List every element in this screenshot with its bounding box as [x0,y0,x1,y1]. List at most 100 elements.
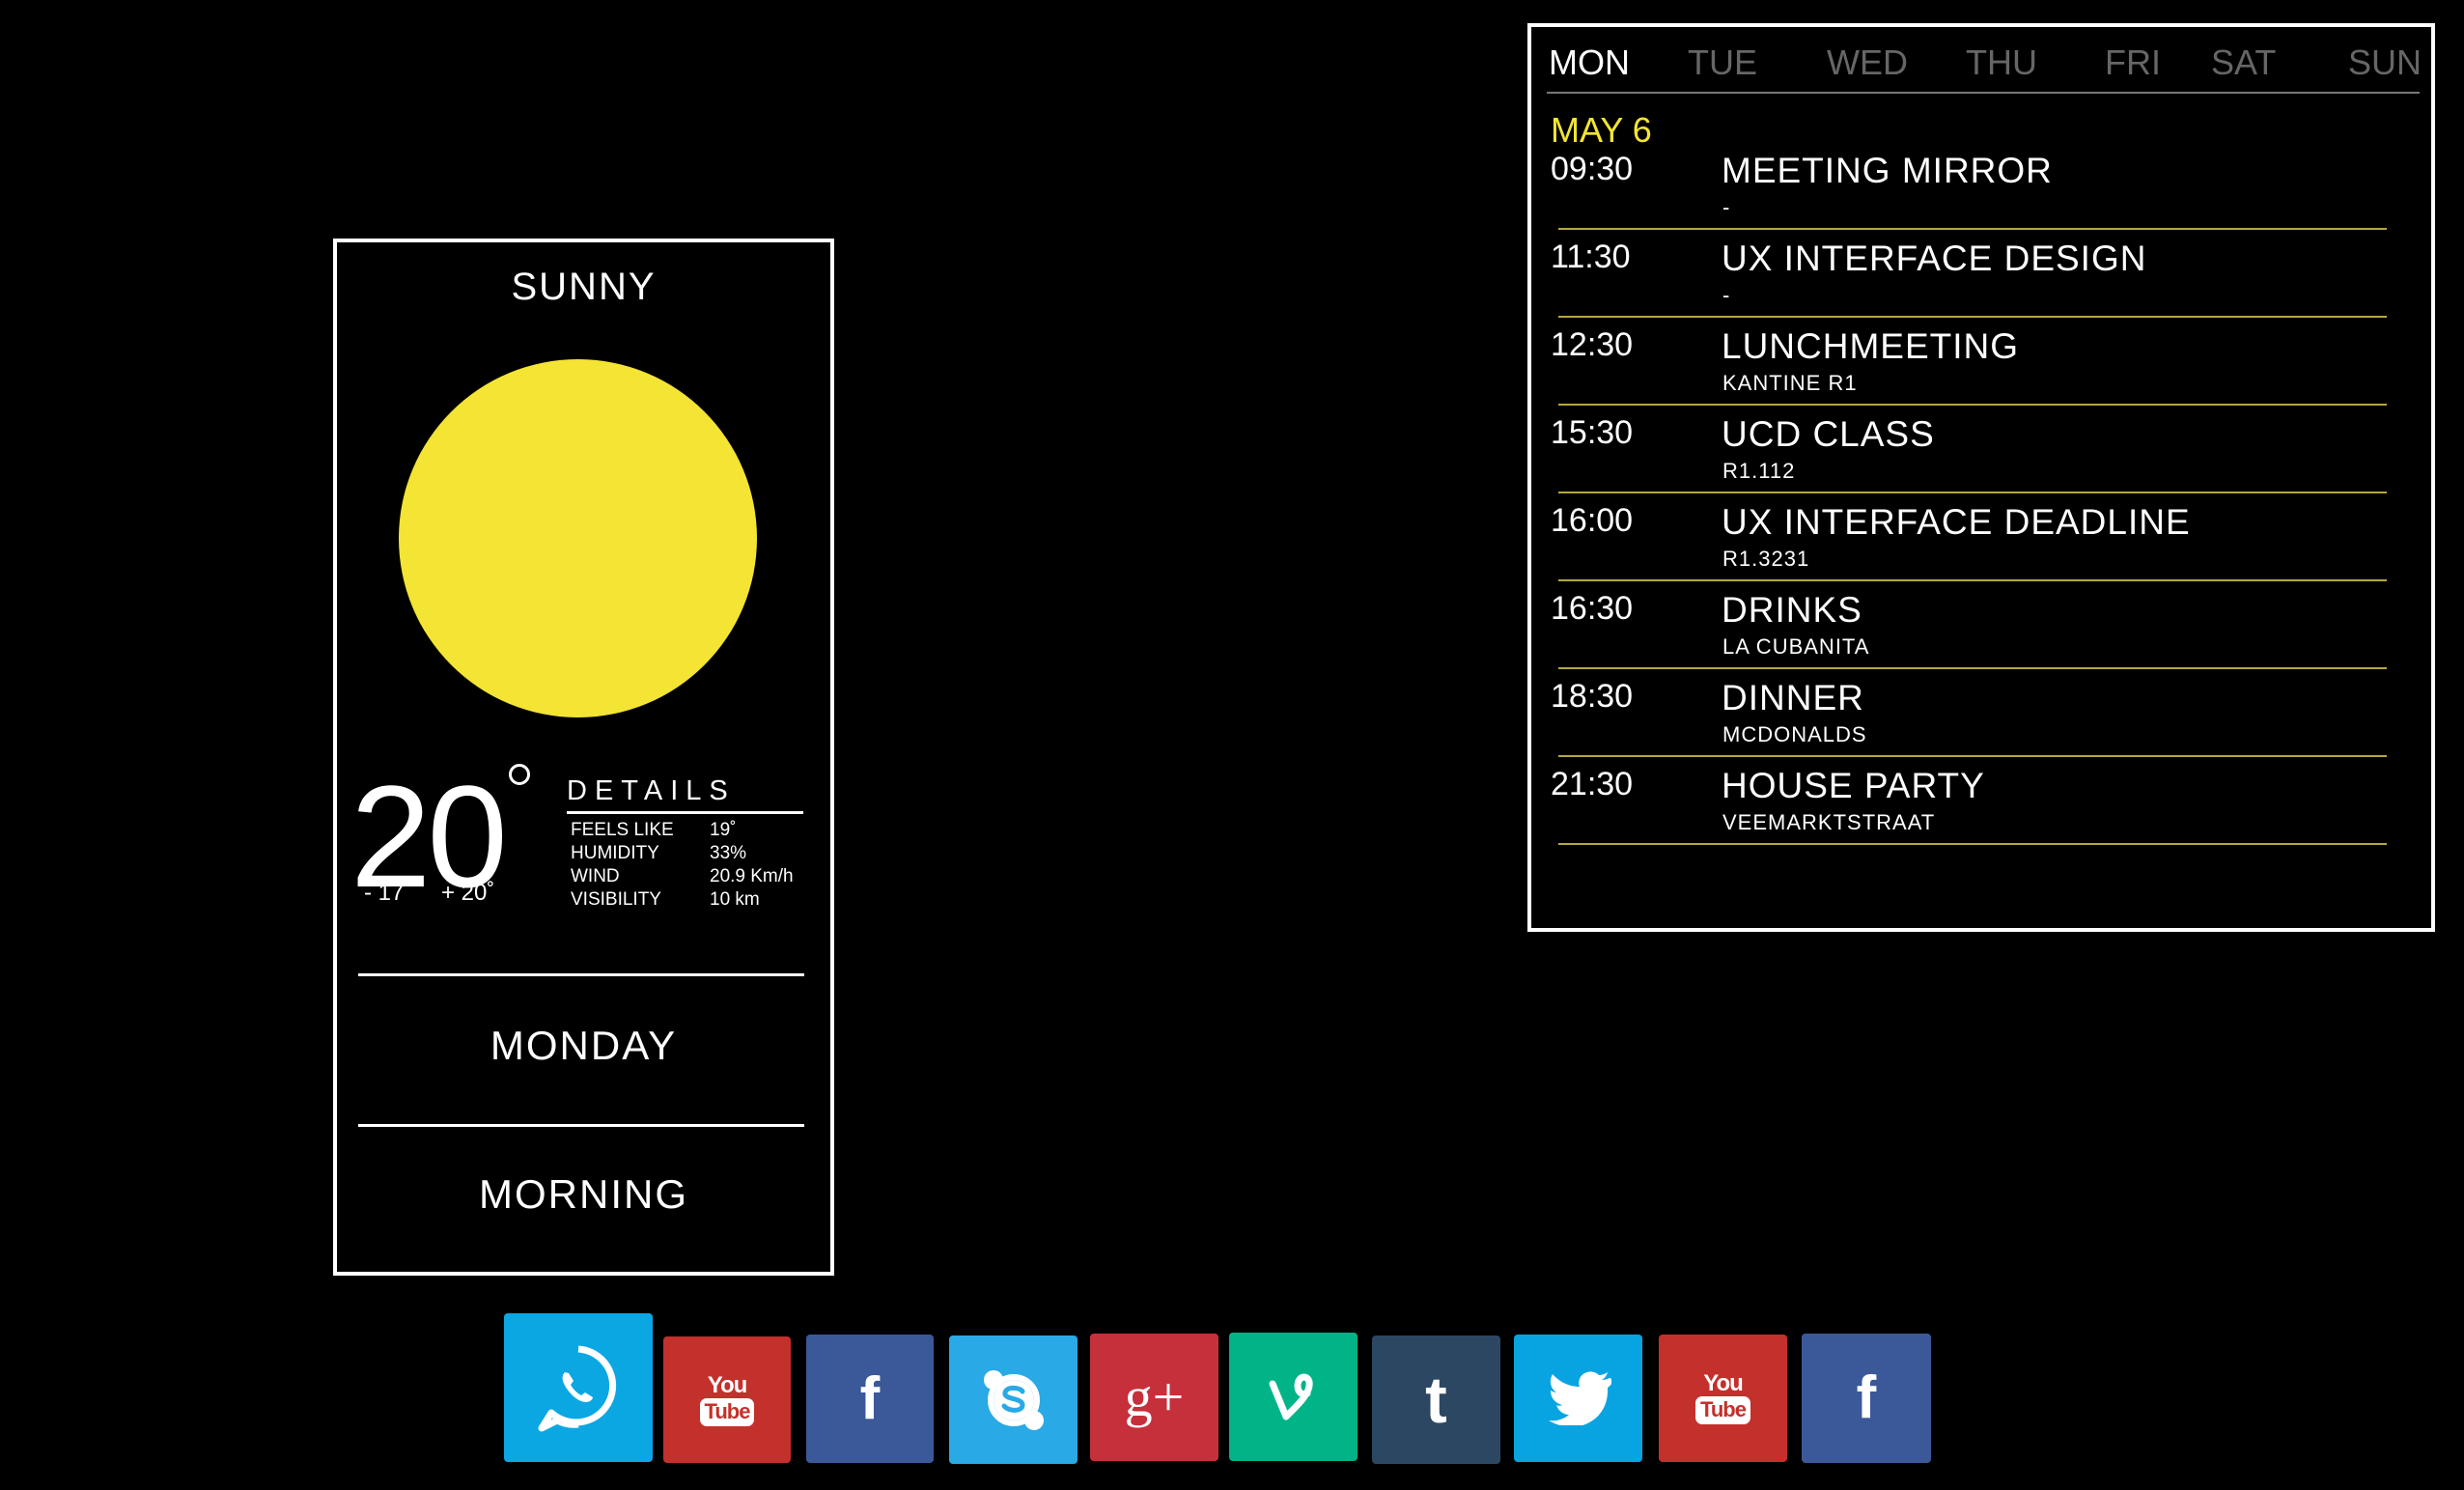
details-value: 19˚ [710,820,737,840]
event-title: UX INTERFACE DEADLINE [1722,502,2191,542]
event-divider [1558,755,2387,757]
degree-icon [509,764,530,785]
youtube-you-text: You [1703,1370,1744,1396]
twitter-button[interactable] [1514,1335,1642,1462]
weather-day: MONDAY [490,1023,678,1068]
event-time: 09:30 [1551,151,1634,187]
event-item[interactable]: 16:30 DRINKS LA CUBANITA [1531,586,2431,675]
event-divider [1558,667,2387,669]
google-plus-button[interactable]: g+ [1090,1334,1218,1461]
event-title: DRINKS [1722,590,1862,630]
skype-icon [983,1369,1044,1430]
event-time: 15:30 [1551,414,1634,451]
event-divider [1558,579,2387,581]
event-title: HOUSE PARTY [1722,766,1985,805]
event-location: VEEMARKTSTRAAT [1722,810,1936,834]
event-divider [1558,228,2387,230]
weather-condition: SUNNY [511,266,657,308]
youtube-icon: You Tube [699,1371,755,1426]
youtube-tube-text: Tube [699,1397,755,1426]
event-time: 21:30 [1551,766,1634,802]
temperature-min: - 17˚ [364,880,412,906]
event-title: UX INTERFACE DESIGN [1722,239,2147,278]
facebook-button[interactable]: f [806,1335,934,1463]
facebook-icon: f [859,1364,881,1432]
tumblr-icon: t [1425,1363,1447,1437]
event-location: - [1722,195,1731,219]
weekday-divider [1547,92,2420,94]
event-location: LA CUBANITA [1722,634,1870,659]
youtube-icon: You Tube [1695,1372,1750,1424]
details-divider [567,811,803,814]
event-divider [1558,843,2387,845]
tab-sat[interactable]: SAT [2211,42,2276,83]
tab-sun[interactable]: SUN [2348,42,2422,83]
details-value: 20.9 Km/h [710,866,794,886]
calendar-date: MAY 6 [1551,110,1652,150]
event-location: - [1722,283,1731,307]
event-time: 12:30 [1551,326,1634,363]
facebook-icon: f [1856,1364,1877,1431]
event-divider [1558,316,2387,318]
youtube-button[interactable]: You Tube [663,1336,791,1463]
google-plus-icon: g+ [1124,1365,1185,1428]
event-location: R1.3231 [1722,547,1810,571]
event-title: DINNER [1722,678,1864,717]
weekday-tabs: MON TUE WED THU FRI SAT SUN [1531,27,2431,95]
details-row: HUMIDITY 33% [571,842,794,865]
event-divider [1558,492,2387,493]
details-value: 10 km [710,889,760,910]
details-label: HUMIDITY [571,843,659,863]
calendar-panel: MON TUE WED THU FRI SAT SUN MAY 6 09:30 … [1527,23,2435,932]
tab-wed[interactable]: WED [1827,42,1908,83]
vine-button[interactable] [1229,1333,1358,1461]
facebook-button[interactable]: f [1802,1334,1931,1463]
event-title: MEETING MIRROR [1722,151,2053,190]
event-title: LUNCHMEETING [1722,326,2020,366]
whatsapp-icon [538,1345,617,1432]
event-item[interactable]: 18:30 DINNER MCDONALDS [1531,674,2431,763]
tab-mon[interactable]: MON [1549,42,1630,83]
youtube-tube-text: Tube [1695,1396,1750,1424]
details-row: WIND 20.9 Km/h [571,865,794,888]
event-item[interactable]: 11:30 UX INTERFACE DESIGN - [1531,235,2431,323]
details-label: WIND [571,866,620,886]
sun-icon [399,359,757,717]
details-table: FEELS LIKE 19˚ HUMIDITY 33% WIND 20.9 Km… [571,819,794,912]
event-item[interactable]: 09:30 MEETING MIRROR - [1531,147,2431,236]
event-item[interactable]: 16:00 UX INTERFACE DEADLINE R1.3231 [1531,498,2431,587]
whatsapp-button[interactable] [504,1313,653,1462]
event-item[interactable]: 15:30 UCD CLASS R1.112 [1531,410,2431,499]
vine-icon [1269,1373,1313,1420]
weather-divider [358,1124,804,1127]
weather-part-of-day: MORNING [479,1171,688,1217]
twitter-icon [1548,1371,1611,1425]
youtube-you-text: You [707,1371,748,1398]
event-title: UCD CLASS [1722,414,1935,454]
event-time: 16:30 [1551,590,1634,627]
details-label: FEELS LIKE [571,820,674,840]
event-time: 16:00 [1551,502,1634,539]
weather-panel: SUNNY 20 - 17˚ + 20˚ DETAILS FEELS LIKE … [333,239,834,1276]
temperature-max: + 20˚ [441,880,495,906]
event-time: 18:30 [1551,678,1634,715]
event-location: KANTINE R1 [1722,371,1858,395]
event-item[interactable]: 21:30 HOUSE PARTY VEEMARKTSTRAAT [1531,762,2431,851]
event-location: R1.112 [1722,459,1796,483]
event-divider [1558,404,2387,406]
tumblr-button[interactable]: t [1372,1335,1500,1464]
youtube-button[interactable]: You Tube [1659,1335,1787,1462]
tab-thu[interactable]: THU [1966,42,2037,83]
event-item[interactable]: 12:30 LUNCHMEETING KANTINE R1 [1531,323,2431,411]
details-label: VISIBILITY [571,889,661,910]
details-row: FEELS LIKE 19˚ [571,819,794,842]
weather-divider [358,973,804,976]
tab-fri[interactable]: FRI [2105,42,2161,83]
tab-tue[interactable]: TUE [1688,42,1757,83]
skype-button[interactable] [949,1335,1078,1464]
details-row: VISIBILITY 10 km [571,888,794,912]
details-title: DETAILS [567,775,736,806]
details-value: 33% [710,843,747,863]
event-time: 11:30 [1551,239,1631,275]
event-location: MCDONALDS [1722,722,1867,746]
